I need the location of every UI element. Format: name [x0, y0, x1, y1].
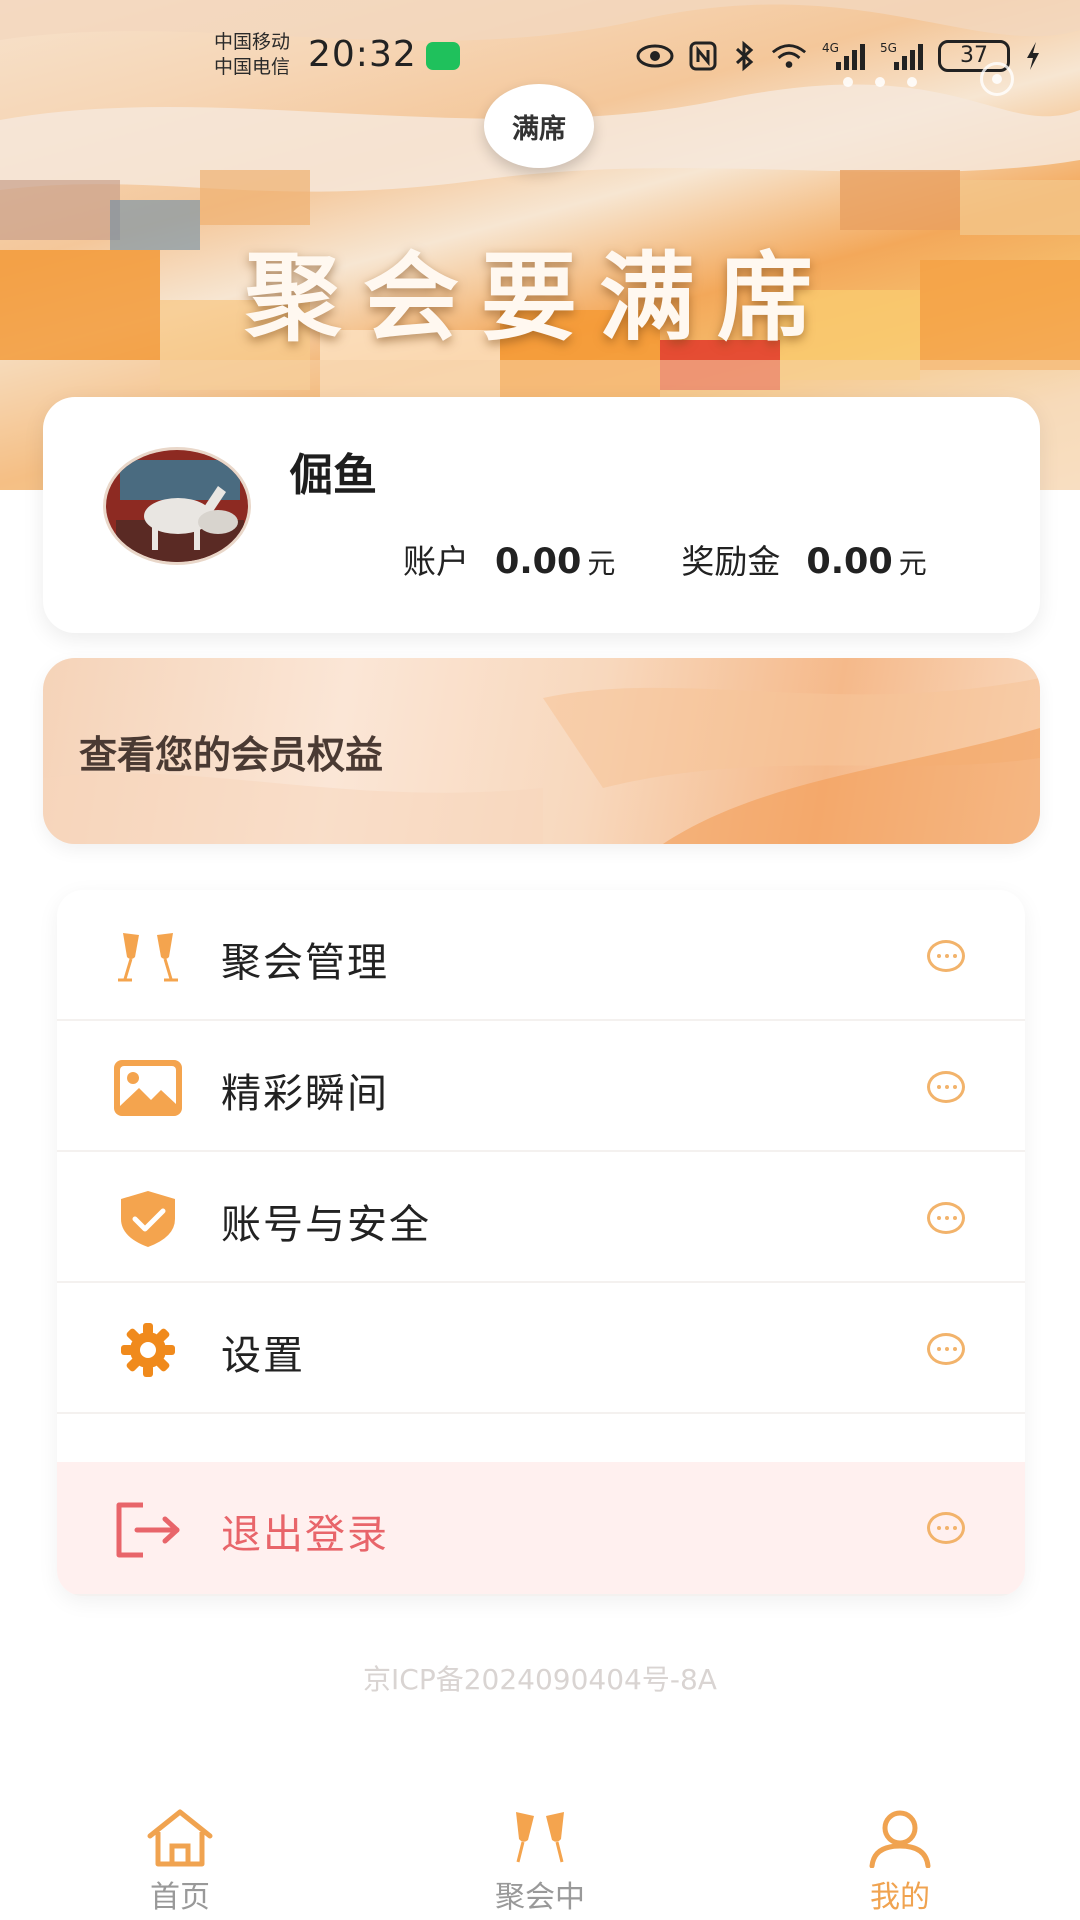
avatar[interactable] — [103, 447, 251, 565]
image-icon — [114, 1060, 182, 1116]
logout-icon — [116, 1502, 180, 1558]
wechat-notification-icon — [426, 42, 460, 70]
tab-mine[interactable]: 我的 — [800, 1794, 1000, 1920]
more-icon — [927, 1333, 965, 1365]
username: 倔鱼 — [289, 450, 377, 501]
more-icon — [927, 940, 965, 972]
nfc-icon — [689, 41, 717, 71]
menu-item-highlights[interactable]: 精彩瞬间 — [57, 1021, 1025, 1152]
bottom-tab-bar: 首页 聚会中 我的 — [0, 1794, 1080, 1920]
bluetooth-icon — [735, 40, 754, 72]
account-value: 0.00 — [495, 542, 582, 582]
carrier-2: 中国电信 — [214, 56, 291, 78]
tab-label: 聚会中 — [495, 1880, 585, 1915]
gear-icon — [121, 1323, 175, 1377]
menu-item-settings[interactable]: 设置 — [57, 1283, 1025, 1414]
close-miniapp-icon[interactable] — [980, 62, 1014, 96]
svg-text:5G: 5G — [880, 41, 897, 55]
svg-text:4G: 4G — [822, 41, 839, 55]
hero-title: 聚会要满席 — [245, 242, 835, 354]
more-icon — [927, 1202, 965, 1234]
menu-item-party-management[interactable]: 聚会管理 — [57, 890, 1025, 1021]
charging-icon — [1027, 42, 1039, 70]
settings-menu: 聚会管理 精彩瞬间 账号与安全 设置 退出登录 — [57, 890, 1025, 1596]
bonus-unit: 元 — [898, 547, 927, 580]
tab-parties[interactable]: 聚会中 — [440, 1794, 640, 1920]
balance-row: 账户 0.00 元 奖励金 0.00 元 — [403, 535, 927, 583]
home-icon — [147, 1809, 213, 1867]
bonus-label: 奖励金 — [681, 542, 781, 581]
member-benefits-text: 查看您的会员权益 — [79, 733, 384, 777]
shield-check-icon — [121, 1191, 175, 1247]
carrier-1: 中国移动 — [214, 31, 291, 53]
carrier-labels: 中国移动 中国电信 — [214, 30, 290, 80]
menu-item-label: 精彩瞬间 — [221, 1071, 389, 1117]
logout-label: 退出登录 — [221, 1512, 389, 1558]
tab-label: 首页 — [150, 1880, 210, 1915]
icp-license[interactable]: 京ICP备2024090404号-8A — [0, 1658, 1080, 1698]
logout-button[interactable]: 退出登录 — [57, 1462, 1025, 1596]
profile-card: 倔鱼 账户 0.00 元 奖励金 0.00 元 — [43, 397, 1040, 633]
member-benefits-banner[interactable]: 查看您的会员权益 — [43, 658, 1040, 844]
menu-item-label: 聚会管理 — [221, 940, 389, 986]
menu-item-label: 账号与安全 — [221, 1202, 431, 1248]
menu-item-label: 设置 — [221, 1333, 305, 1379]
tab-label: 我的 — [870, 1880, 930, 1915]
tab-home[interactable]: 首页 — [80, 1794, 280, 1920]
more-icon — [927, 1071, 965, 1103]
champagne-glasses-icon — [516, 1812, 564, 1863]
eye-icon — [636, 44, 674, 68]
app-logo: 满席 — [484, 84, 594, 168]
account-label: 账户 — [403, 542, 469, 581]
user-icon — [869, 1810, 931, 1868]
avatar-image — [106, 450, 248, 562]
more-options-button[interactable] — [830, 62, 930, 102]
status-clock: 20:32 — [308, 34, 417, 75]
account-unit: 元 — [587, 547, 616, 580]
wifi-icon — [771, 44, 807, 68]
bonus-value: 0.00 — [806, 542, 893, 582]
champagne-glasses-icon — [118, 933, 178, 982]
menu-item-account-security[interactable]: 账号与安全 — [57, 1152, 1025, 1283]
more-icon — [927, 1512, 965, 1544]
